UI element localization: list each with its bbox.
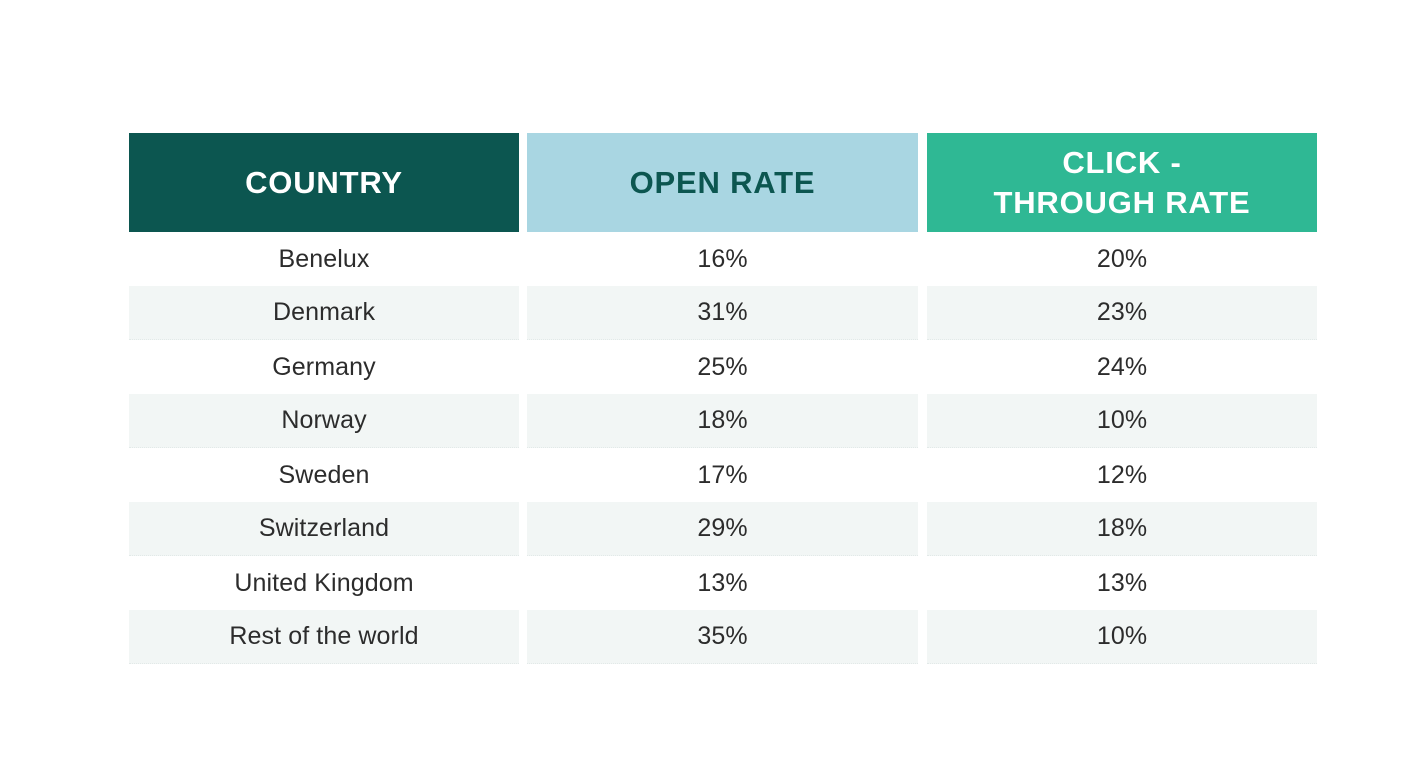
cell-click-through-rate: 24% <box>927 340 1317 394</box>
row-gap-1 <box>519 556 527 610</box>
row-gap-2 <box>918 502 927 556</box>
table-row[interactable]: Switzerland 29% 18% <box>129 502 1317 556</box>
column-gap-2 <box>918 133 927 232</box>
column-header-ctr-label-wrap: CLICK - THROUGH RATE <box>993 143 1250 222</box>
cell-open-rate: 29% <box>527 502 918 556</box>
cell-open-rate: 13% <box>527 556 918 610</box>
row-gap-2 <box>918 556 927 610</box>
cell-open-rate: 17% <box>527 448 918 502</box>
cell-country: Benelux <box>129 232 519 286</box>
cell-click-through-rate: 18% <box>927 502 1317 556</box>
cell-open-rate: 31% <box>527 286 918 340</box>
cell-click-through-rate: 20% <box>927 232 1317 286</box>
cell-country: Rest of the world <box>129 610 519 664</box>
column-header-country[interactable]: COUNTRY <box>129 133 519 232</box>
row-gap-2 <box>918 394 927 448</box>
table-row[interactable]: United Kingdom 13% 13% <box>129 556 1317 610</box>
table-row[interactable]: Sweden 17% 12% <box>129 448 1317 502</box>
rates-table: COUNTRY OPEN RATE CLICK - THROUGH RATE B… <box>129 133 1317 664</box>
cell-open-rate: 16% <box>527 232 918 286</box>
row-gap-2 <box>918 448 927 502</box>
row-gap-2 <box>918 286 927 340</box>
row-gap-1 <box>519 286 527 340</box>
row-gap-1 <box>519 502 527 556</box>
cell-country: United Kingdom <box>129 556 519 610</box>
column-header-open-rate-label: OPEN RATE <box>629 164 816 200</box>
table-row[interactable]: Rest of the world 35% 10% <box>129 610 1317 664</box>
cell-country: Denmark <box>129 286 519 340</box>
row-gap-1 <box>519 340 527 394</box>
cell-click-through-rate: 13% <box>927 556 1317 610</box>
table-row[interactable]: Benelux 16% 20% <box>129 232 1317 286</box>
table-row[interactable]: Germany 25% 24% <box>129 340 1317 394</box>
row-gap-1 <box>519 448 527 502</box>
row-gap-1 <box>519 232 527 286</box>
cell-open-rate: 35% <box>527 610 918 664</box>
cell-click-through-rate: 23% <box>927 286 1317 340</box>
cell-click-through-rate: 10% <box>927 610 1317 664</box>
row-gap-2 <box>918 610 927 664</box>
cell-country: Germany <box>129 340 519 394</box>
column-header-ctr-label-line2: THROUGH RATE <box>993 184 1251 220</box>
cell-country: Sweden <box>129 448 519 502</box>
cell-open-rate: 18% <box>527 394 918 448</box>
row-gap-1 <box>519 394 527 448</box>
cell-country: Norway <box>129 394 519 448</box>
cell-country: Switzerland <box>129 502 519 556</box>
page-canvas: COUNTRY OPEN RATE CLICK - THROUGH RATE B… <box>0 0 1420 762</box>
cell-open-rate: 25% <box>527 340 918 394</box>
row-gap-2 <box>918 232 927 286</box>
column-header-country-label: COUNTRY <box>245 164 403 200</box>
column-gap-1 <box>519 133 527 232</box>
row-gap-2 <box>918 340 927 394</box>
cell-click-through-rate: 10% <box>927 394 1317 448</box>
column-header-click-through-rate[interactable]: CLICK - THROUGH RATE <box>927 133 1317 232</box>
table-row[interactable]: Norway 18% 10% <box>129 394 1317 448</box>
cell-click-through-rate: 12% <box>927 448 1317 502</box>
row-gap-1 <box>519 610 527 664</box>
column-header-ctr-label-line1: CLICK - <box>1062 144 1182 180</box>
table-row[interactable]: Denmark 31% 23% <box>129 286 1317 340</box>
table-body: Benelux 16% 20% Denmark 31% 23% Germany … <box>129 232 1317 664</box>
column-header-open-rate[interactable]: OPEN RATE <box>527 133 918 232</box>
table-header-row: COUNTRY OPEN RATE CLICK - THROUGH RATE <box>129 133 1317 232</box>
